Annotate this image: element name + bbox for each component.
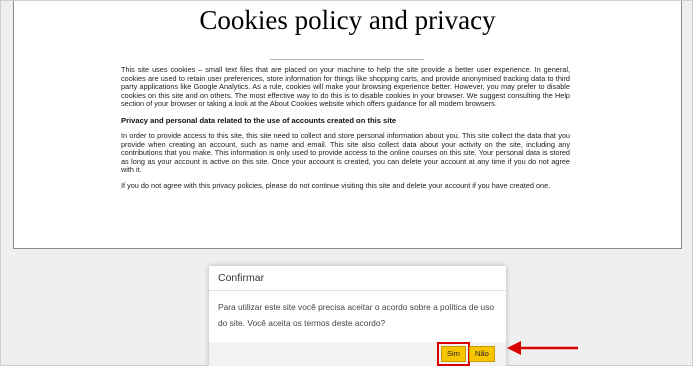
arrow-left-icon [507,341,578,355]
title-divider [270,59,424,60]
section-heading: Privacy and personal data related to the… [121,115,397,125]
cookies-paragraph: This site uses cookies – small text file… [121,65,570,109]
privacy-paragraph: In order to provide access to this site,… [121,130,570,175]
document-body: This site uses cookies – small text file… [121,65,570,198]
disagree-paragraph: If you do not agree with this privacy po… [121,180,551,190]
policy-document: Cookies policy and privacy This site use… [13,1,682,249]
confirm-dialog: Confirmar Para utilizar este site você p… [209,266,506,366]
yes-button[interactable]: Sim [437,342,470,366]
dialog-footer: Sim Não [209,342,506,366]
dialog-message: Para utilizar este site você precisa ace… [218,302,495,328]
dialog-title: Confirmar [209,266,506,291]
no-button[interactable]: Não [469,346,495,362]
document-title: Cookies policy and privacy [199,5,496,35]
